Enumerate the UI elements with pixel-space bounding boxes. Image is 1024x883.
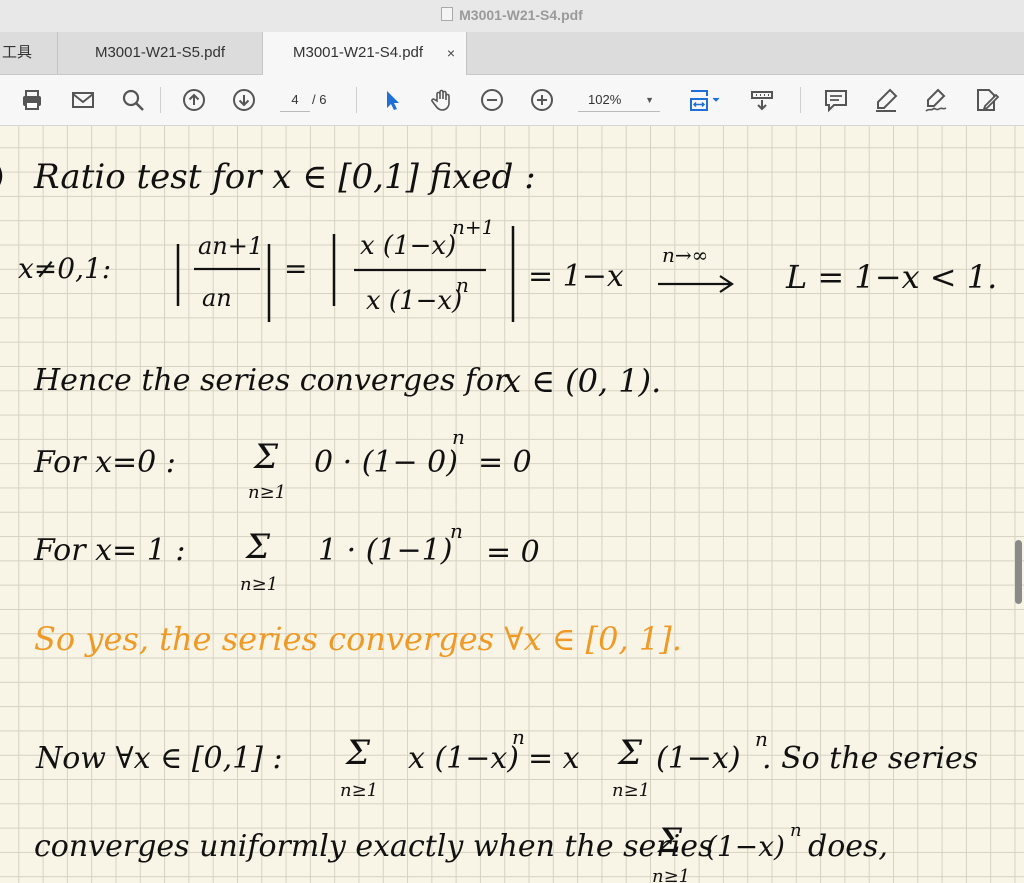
case-label: x≠0,1: — [18, 252, 111, 285]
limit-arrow — [658, 275, 734, 293]
notes-line7-expr2: (1−x) — [656, 741, 741, 776]
email-icon[interactable] — [67, 84, 99, 116]
edit-pdf-icon[interactable] — [970, 84, 1002, 116]
toolbar-divider — [160, 87, 161, 113]
sum-index: n≥1 — [612, 780, 650, 801]
toolbar-divider — [800, 87, 801, 113]
sum-symbol: Σ — [616, 733, 643, 773]
window-title-text: M3001-W21-S4.pdf — [459, 7, 583, 23]
frac1-numerator: an+1 — [198, 232, 263, 260]
page-number-input[interactable]: 4 — [280, 89, 310, 112]
page-total: / 6 — [312, 92, 327, 107]
margin-bracket-mark — [0, 167, 3, 185]
sum-symbol: Σ — [656, 821, 683, 861]
notes-line5-result: = 0 — [486, 535, 540, 570]
notes-line8-tail: does, — [808, 829, 888, 864]
prev-page-icon[interactable] — [178, 84, 210, 116]
notes-line8: converges uniformly exactly when the ser… — [34, 829, 713, 864]
notes-line4-exponent: n — [452, 425, 465, 449]
close-tab-icon[interactable]: × — [447, 32, 455, 74]
frac2-numerator: x (1−x) — [360, 231, 456, 261]
zoom-select[interactable]: 102% ▼ — [578, 89, 660, 112]
notes-line6-conclusion: So yes, the series converges ∀x ∈ [0, 1]… — [34, 620, 682, 658]
highlight-icon[interactable] — [870, 84, 902, 116]
sign-icon[interactable] — [920, 84, 952, 116]
tab-s4-pdf[interactable]: M3001-W21-S4.pdf × — [263, 32, 467, 75]
frac2-numerator-exponent: n+1 — [452, 215, 494, 239]
toolbar: 4 / 6 102% ▼ — [0, 75, 1024, 126]
comment-icon[interactable] — [820, 84, 852, 116]
tab-s5-pdf[interactable]: M3001-W21-S5.pdf — [58, 32, 263, 74]
notes-line3: Hence the series converges for — [33, 363, 510, 398]
notes-line7-exponent: n — [512, 725, 525, 749]
sum-symbol: Σ — [344, 733, 371, 773]
search-icon[interactable] — [117, 84, 149, 116]
limit-label: n→∞ — [662, 243, 708, 267]
notes-line3-set: x ∈ (0, 1). — [503, 362, 661, 400]
sum-index: n≥1 — [340, 780, 378, 801]
chevron-down-icon: ▼ — [645, 95, 654, 105]
pdf-page-viewport[interactable]: Ratio test for x ∈ [0,1] fixed : x≠0,1: … — [0, 126, 1024, 883]
select-cursor-icon[interactable] — [376, 84, 408, 116]
notes-line8-expr: (1−x) — [706, 830, 785, 863]
sum-index: n≥1 — [248, 482, 286, 503]
zoom-value: 102% — [588, 92, 622, 107]
tab-tools[interactable]: 工具 — [0, 32, 58, 74]
notes-line7-mid: = x — [528, 741, 580, 776]
notes-line8-exponent: n — [790, 820, 802, 841]
limit-result: L = 1−x < 1. — [785, 258, 997, 296]
notes-line4-result: = 0 — [478, 445, 532, 480]
tab-s4-label: M3001-W21-S4.pdf — [293, 44, 424, 61]
print-icon[interactable] — [16, 84, 48, 116]
hand-tool-icon[interactable] — [426, 84, 458, 116]
notes-line5-expr: 1 · (1−1) — [318, 533, 452, 568]
zoom-in-icon[interactable] — [526, 84, 558, 116]
notes-line4-label: For x=0 : — [33, 445, 176, 480]
pdf-doc-icon — [441, 7, 454, 21]
sum-symbol: Σ — [252, 437, 279, 477]
sum-index: n≥1 — [652, 866, 690, 883]
vertical-scrollbar[interactable] — [1015, 540, 1022, 604]
frac2-denominator: x (1−x) — [366, 286, 462, 316]
notes-line1: Ratio test for x ∈ [0,1] fixed : — [33, 157, 536, 197]
equals-sign: = — [284, 252, 307, 285]
notes-line5-exponent: n — [450, 519, 463, 543]
notes-line7-tail: . So the series — [762, 741, 978, 776]
sum-index: n≥1 — [240, 574, 278, 595]
handwritten-notes: Ratio test for x ∈ [0,1] fixed : x≠0,1: … — [0, 157, 997, 883]
sum-symbol: Σ — [244, 527, 271, 567]
ratio-result: = 1−x — [528, 259, 624, 294]
zoom-out-icon[interactable] — [476, 84, 508, 116]
frac1-denominator: an — [202, 284, 232, 312]
window-title: M3001-W21-S4.pdf — [0, 7, 1024, 23]
window-titlebar: M3001-W21-S4.pdf — [0, 0, 1024, 32]
notes-line5-label: For x= 1 : — [33, 533, 185, 568]
notes-line7-expr: x (1−x) — [408, 741, 519, 776]
toolbar-divider — [356, 87, 357, 113]
notes-line7-label: Now ∀x ∈ [0,1] : — [35, 741, 283, 776]
scroll-mode-icon[interactable] — [746, 84, 778, 116]
frac2-denominator-exponent: n — [456, 273, 469, 297]
fit-width-icon[interactable] — [684, 84, 724, 116]
notes-line4-expr: 0 · (1− 0) — [314, 445, 458, 480]
tab-bar: 工具 M3001-W21-S5.pdf M3001-W21-S4.pdf × — [0, 32, 1024, 75]
next-page-icon[interactable] — [228, 84, 260, 116]
